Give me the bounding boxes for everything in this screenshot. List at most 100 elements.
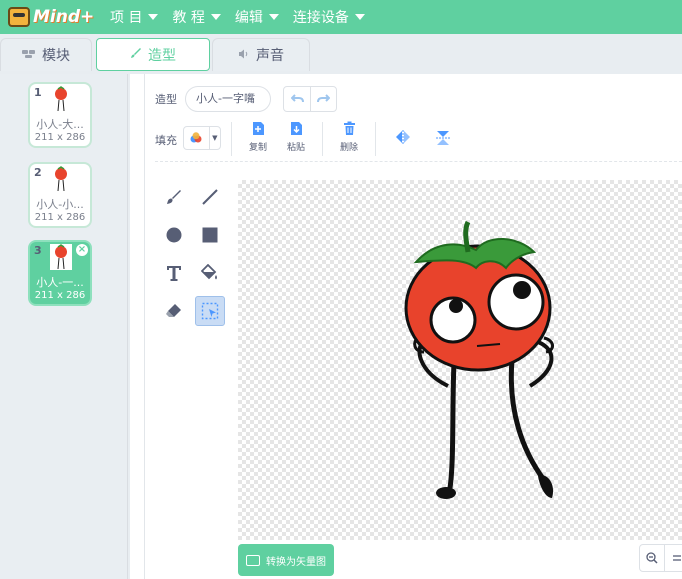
costume-name-row: 造型 小人-一字嘴 — [155, 86, 337, 112]
tomato-thumbnail-icon — [55, 166, 67, 192]
chevron-down-icon — [354, 14, 365, 20]
tab-blocks[interactable]: 模块 — [0, 38, 92, 71]
tab-blocks-label: 模块 — [42, 48, 70, 64]
paste-label: 粘贴 — [286, 143, 305, 153]
chevron-down-icon — [210, 14, 221, 20]
tool-options-row: 填充 ▼ 复制 粘贴 删除 — [155, 120, 460, 160]
logo-badge-icon — [8, 7, 30, 27]
paste-button[interactable]: 粘贴 — [280, 120, 312, 153]
paint-editor: 造型 小人-一字嘴 填充 ▼ 复制 粘贴 删除 转换为矢量图 — [130, 74, 682, 579]
zoom-reset-button[interactable] — [664, 545, 682, 571]
logo-text: Mind+ — [33, 7, 95, 27]
zoom-out-button[interactable] — [640, 545, 664, 571]
menu-tutorial[interactable]: 教 程 — [172, 7, 221, 27]
costume-name-input[interactable]: 小人-一字嘴 — [185, 86, 271, 112]
tomato-thumbnail-icon — [55, 86, 67, 112]
costume-size: 211 x 286 — [34, 212, 86, 223]
rectangle-icon — [202, 227, 218, 243]
convert-to-vector-label: 转换为矢量图 — [266, 556, 326, 568]
line-icon — [202, 189, 218, 205]
editor-tabs: 模块 造型 声音 — [0, 34, 682, 74]
delete-costume-icon[interactable]: × — [76, 244, 88, 256]
menu-edit-label: 编辑 — [234, 10, 263, 26]
costume-name: 小人-大... — [36, 118, 84, 131]
app-logo[interactable]: Mind+ — [8, 4, 96, 30]
eraser-tool[interactable] — [159, 296, 189, 326]
paint-bucket-icon — [201, 264, 217, 280]
eraser-icon — [166, 304, 181, 317]
costume-name: 小人-小... — [36, 198, 84, 211]
tab-costumes-label: 造型 — [148, 47, 176, 64]
tab-sounds-label: 声音 — [256, 48, 284, 64]
undo-redo-group — [283, 86, 337, 112]
toolbar-divider — [155, 161, 682, 162]
menu-project[interactable]: 项 目 — [110, 7, 159, 27]
redo-icon — [317, 94, 330, 103]
image-icon — [246, 554, 260, 566]
tomato-character-drawing — [404, 220, 554, 499]
select-tool[interactable] — [195, 296, 225, 326]
redo-button[interactable] — [310, 87, 336, 111]
costume-number: 1 — [34, 86, 42, 99]
equals-icon — [672, 555, 681, 561]
flip-vertical-icon — [436, 131, 450, 145]
menu-connect-device[interactable]: 连接设备 — [293, 7, 365, 27]
menu-edit[interactable]: 编辑 — [235, 7, 279, 27]
costume-number: 3 — [34, 244, 42, 257]
fill-color-picker[interactable]: ▼ — [183, 126, 221, 150]
paste-icon — [288, 120, 304, 136]
rectangle-tool[interactable] — [195, 220, 225, 250]
divider — [231, 122, 232, 156]
copy-button[interactable]: 复制 — [242, 120, 274, 153]
flip-vertical-button[interactable] — [426, 120, 460, 146]
paint-canvas[interactable] — [238, 180, 682, 540]
brush-tool[interactable] — [159, 182, 189, 212]
select-icon — [201, 302, 219, 320]
delete-label: 删除 — [339, 143, 358, 153]
line-tool[interactable] — [195, 182, 225, 212]
blocks-icon — [22, 48, 36, 63]
menu-connect-device-label: 连接设备 — [292, 10, 349, 26]
chevron-down-icon — [268, 14, 279, 20]
flip-horizontal-icon — [396, 130, 410, 144]
chevron-down-icon — [148, 14, 159, 20]
costume-item-1[interactable]: 1 小人-大... 211 x 286 — [28, 82, 92, 148]
fill-tool[interactable] — [195, 258, 225, 288]
costume-list: 1 小人-大... 211 x 286 2 小人-小... 211 x 286 … — [0, 74, 128, 579]
tab-costumes[interactable]: 造型 — [96, 38, 210, 71]
delete-button[interactable]: 删除 — [333, 120, 365, 153]
trash-icon — [341, 120, 357, 136]
color-mix-icon — [184, 127, 209, 149]
costume-label: 造型 — [155, 93, 177, 106]
paint-editor-body: 造型 小人-一字嘴 填充 ▼ 复制 粘贴 删除 转换为矢量图 — [144, 74, 682, 579]
zoom-out-icon — [646, 552, 658, 564]
tomato-thumbnail-icon — [50, 244, 72, 270]
tab-sounds[interactable]: 声音 — [212, 38, 310, 71]
costume-item-2[interactable]: 2 小人-小... 211 x 286 — [28, 162, 92, 228]
costume-number: 2 — [34, 166, 42, 179]
costume-size: 211 x 286 — [34, 290, 86, 301]
costume-size: 211 x 286 — [34, 132, 86, 143]
text-icon — [167, 266, 181, 281]
circle-icon — [166, 227, 182, 243]
convert-to-vector-button[interactable]: 转换为矢量图 — [238, 544, 334, 576]
zoom-controls — [639, 544, 682, 572]
brush-icon — [130, 47, 142, 63]
undo-button[interactable] — [284, 87, 310, 111]
fill-label: 填充 — [155, 134, 177, 147]
undo-icon — [290, 94, 304, 103]
copy-label: 复制 — [248, 143, 267, 153]
brush-icon — [167, 190, 181, 204]
menu-tutorial-label: 教 程 — [172, 10, 205, 26]
costume-name: 小人-一... — [36, 276, 84, 289]
chevron-down-icon: ▼ — [208, 127, 220, 149]
divider — [375, 122, 376, 156]
menu-bar: Mind+ 项 目 教 程 编辑 连接设备 — [0, 0, 682, 34]
costume-item-3[interactable]: 3 × 小人-一... 211 x 286 — [28, 240, 92, 306]
copy-icon — [250, 120, 266, 136]
flip-horizontal-button[interactable] — [386, 120, 420, 144]
speaker-icon — [238, 48, 250, 63]
text-tool[interactable] — [159, 258, 189, 288]
divider — [322, 122, 323, 156]
circle-tool[interactable] — [159, 220, 189, 250]
